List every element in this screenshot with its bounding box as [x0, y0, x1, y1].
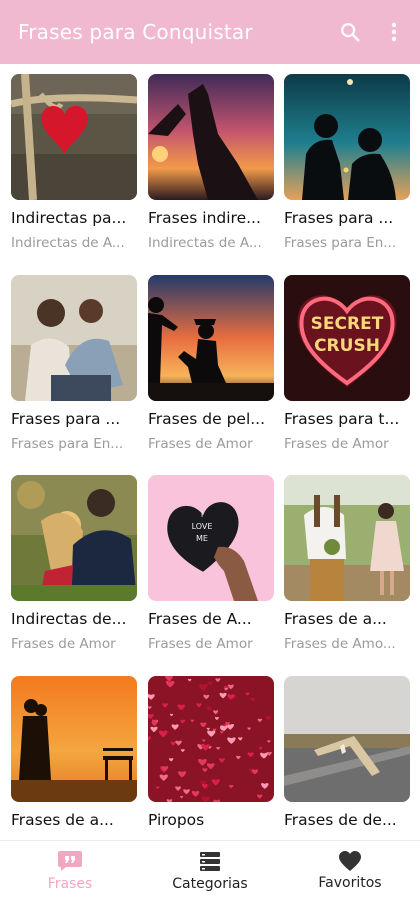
card-title: Piropos — [148, 811, 205, 829]
phrases-grid: Indirectas pa... Indirectas de A... Fras… — [0, 64, 420, 840]
card-image-proposal-sunset — [148, 275, 274, 401]
card-title: Frases para ... — [284, 209, 394, 227]
category-card[interactable]: Frases para ... Frases para En... — [284, 74, 412, 251]
love-text: LOVE — [192, 522, 213, 531]
quote-bubble-icon — [58, 851, 82, 871]
card-subtitle: Frases de Amo... — [284, 636, 396, 652]
card-image-broken-road — [284, 676, 410, 802]
crush-text: CRUSH — [314, 336, 380, 356]
more-vert-icon — [391, 22, 397, 42]
secret-text: SECRET — [311, 314, 384, 334]
card-image-hearts-confetti — [148, 676, 274, 802]
nav-categorias[interactable]: Categorias — [140, 841, 280, 900]
category-card[interactable]: Frases indire... Indirectas de A... — [148, 74, 276, 251]
card-subtitle: Frases de Amor — [148, 436, 253, 452]
card-title: Frases de pel... — [148, 410, 266, 428]
nav-favoritos[interactable]: Favoritos — [280, 841, 420, 900]
app-bar: Frases para Conquistar — [0, 0, 420, 64]
category-card[interactable]: SECRET CRUSH Frases para t... Frases de … — [284, 275, 412, 452]
card-title: Frases de de... — [284, 811, 397, 829]
love-i-text: I — [201, 510, 203, 519]
card-image-couple-embrace — [11, 475, 137, 601]
category-card[interactable]: Frases de pel... Frases de Amor — [148, 275, 276, 452]
search-icon — [341, 23, 360, 42]
bottom-navigation: Frases Categorias Favoritos — [0, 840, 420, 900]
card-subtitle: Frases de Amor — [284, 436, 389, 452]
heart-icon — [339, 851, 361, 871]
card-title: Frases indire... — [148, 209, 261, 227]
card-image-love-me-heart: I LOVE ME — [148, 475, 274, 601]
card-title: Frases para t... — [284, 410, 400, 428]
card-image-heart-rope — [11, 74, 137, 200]
category-card[interactable]: Indirectas de... Frases de Amor — [11, 475, 139, 652]
card-title: Indirectas pa... — [11, 209, 127, 227]
nav-frases[interactable]: Frases — [0, 841, 140, 900]
category-card[interactable]: Frases de a... — [11, 676, 139, 837]
card-image-kiss-sunset-bench — [11, 676, 137, 802]
card-title: Frases de A... — [148, 610, 252, 628]
app-title: Frases para Conquistar — [18, 20, 253, 44]
card-image-hand-heart-sunset — [148, 74, 274, 200]
card-image-secret-crush-neon: SECRET CRUSH — [284, 275, 410, 401]
categories-icon — [200, 852, 220, 871]
card-image-couple-field — [11, 275, 137, 401]
card-title: Frases de a... — [11, 811, 114, 829]
category-card[interactable]: Frases para ... Frases para En... — [11, 275, 139, 452]
category-card[interactable]: Piropos — [148, 676, 276, 837]
card-subtitle: Indirectas de A... — [148, 235, 262, 251]
search-button[interactable] — [328, 10, 372, 54]
category-card[interactable]: I LOVE ME Frases de A... Frases de Amor — [148, 475, 276, 652]
card-subtitle: Indirectas de A... — [11, 235, 125, 251]
card-title: Frases para ... — [11, 410, 121, 428]
category-card[interactable]: Frases de a... Frases de Amo... — [284, 475, 412, 652]
love-me-text: ME — [196, 534, 208, 543]
category-card[interactable]: Indirectas pa... Indirectas de A... — [11, 74, 139, 251]
nav-label-frases: Frases — [47, 876, 93, 892]
more-options-button[interactable] — [372, 10, 416, 54]
category-card[interactable]: Frases de de... — [284, 676, 412, 837]
nav-label-favoritos: Favoritos — [318, 875, 382, 891]
card-image-couple-silhouette — [284, 74, 410, 200]
card-subtitle: Frases de Amor — [148, 636, 253, 652]
nav-label-categorias: Categorias — [172, 876, 248, 892]
card-title: Indirectas de... — [11, 610, 127, 628]
card-title: Frases de a... — [284, 610, 387, 628]
card-subtitle: Frases de Amor — [11, 636, 116, 652]
card-subtitle: Frases para En... — [11, 436, 124, 452]
card-image-couple-flowers — [284, 475, 410, 601]
card-subtitle: Frases para En... — [284, 235, 397, 251]
